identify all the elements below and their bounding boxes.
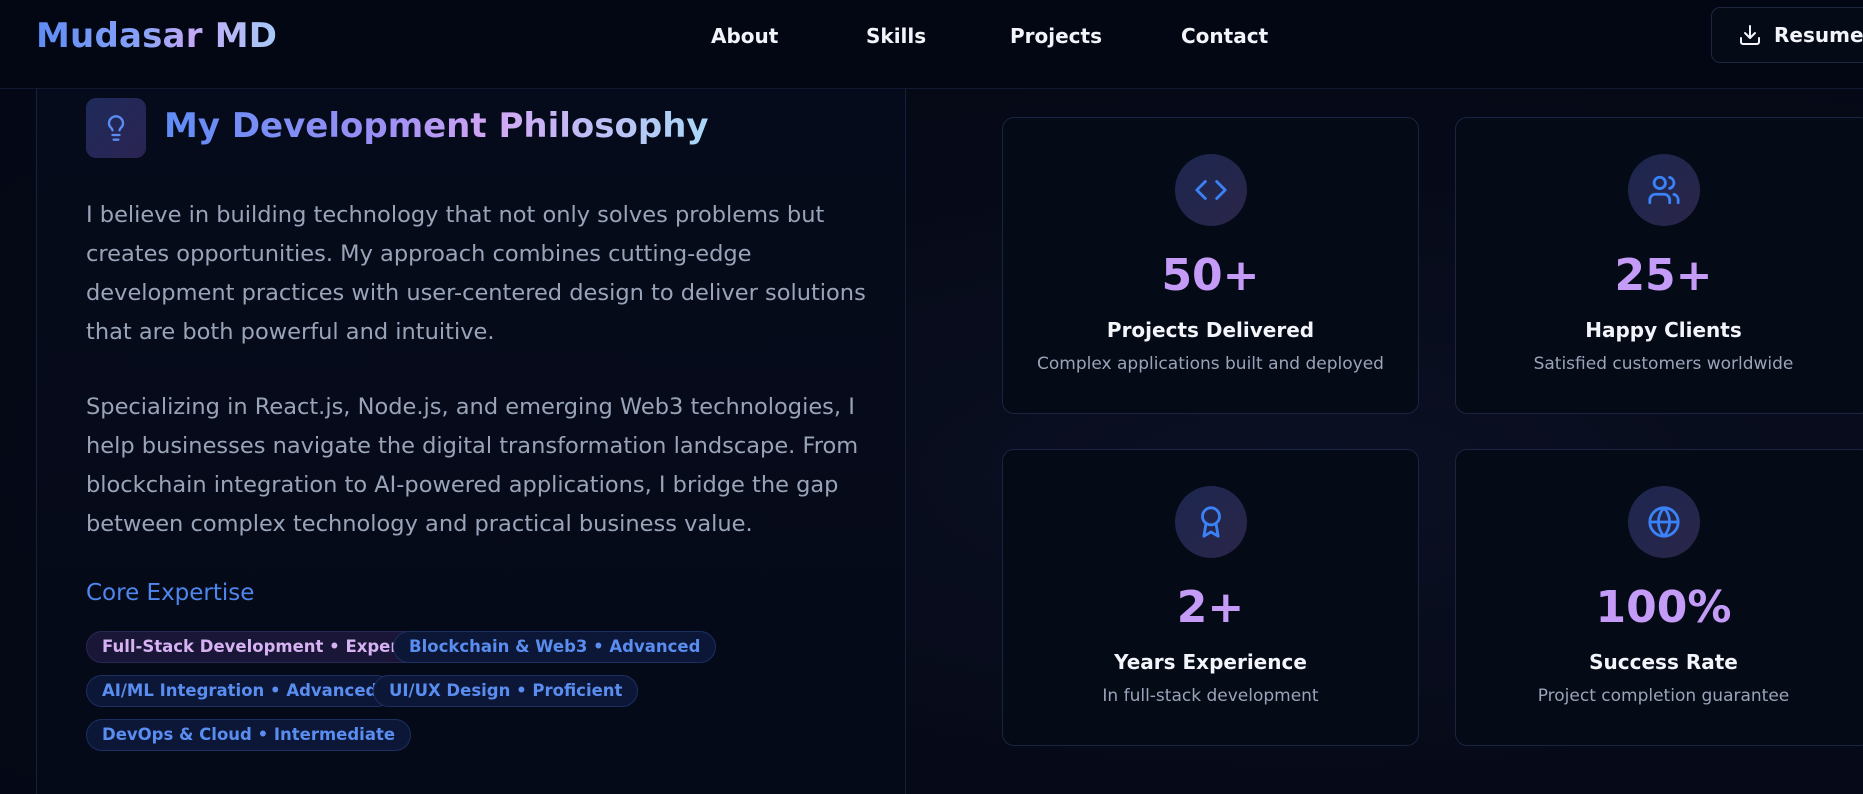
stat-card-clients: 25+ Happy Clients Satisfied customers wo…: [1455, 117, 1863, 414]
globe-icon: [1628, 486, 1700, 558]
nav-about[interactable]: About: [711, 24, 778, 48]
stat-label: Years Experience: [1114, 650, 1307, 674]
lightbulb-icon: [86, 98, 146, 158]
stat-card-experience: 2+ Years Experience In full-stack develo…: [1002, 449, 1419, 746]
expertise-chip: UI/UX Design • Proficient: [373, 675, 639, 707]
nav-projects[interactable]: Projects: [1010, 24, 1102, 48]
award-icon: [1175, 486, 1247, 558]
stat-value: 100%: [1595, 582, 1732, 633]
philosophy-title: My Development Philosophy: [164, 106, 709, 146]
stat-description: In full-stack development: [1102, 686, 1319, 706]
stat-value: 50+: [1161, 250, 1260, 301]
stat-value: 2+: [1176, 582, 1245, 633]
stat-description: Project completion guarantee: [1537, 686, 1790, 706]
stat-label: Success Rate: [1589, 650, 1738, 674]
expertise-chip: Blockchain & Web3 • Advanced: [393, 631, 717, 663]
expertise-chip: Full-Stack Development • Expert: [86, 631, 423, 663]
code-icon: [1175, 154, 1247, 226]
philosophy-panel: My Development Philosophy I believe in b…: [36, 89, 906, 794]
resume-button[interactable]: Resume: [1711, 7, 1863, 63]
nav-skills[interactable]: Skills: [866, 24, 926, 48]
stat-card-success: 100% Success Rate Project completion gua…: [1455, 449, 1863, 746]
core-expertise-title: Core Expertise: [86, 580, 255, 606]
brand-logo[interactable]: Mudasar MD: [36, 16, 277, 56]
users-icon: [1628, 154, 1700, 226]
expertise-chip: DevOps & Cloud • Intermediate: [86, 719, 412, 751]
top-navbar: Mudasar MD About Skills Projects Contact…: [0, 0, 1863, 89]
expertise-chip: AI/ML Integration • Advanced: [86, 675, 394, 707]
stat-label: Happy Clients: [1585, 318, 1742, 342]
stat-label: Projects Delivered: [1106, 318, 1315, 342]
stat-description: Complex applications built and deployed: [1037, 354, 1384, 374]
nav-contact[interactable]: Contact: [1181, 24, 1268, 48]
download-icon: [1738, 23, 1762, 47]
stat-card-projects: 50+ Projects Delivered Complex applicati…: [1002, 117, 1419, 414]
stat-description: Satisfied customers worldwide: [1533, 354, 1794, 374]
stat-value: 25+: [1614, 250, 1713, 301]
philosophy-paragraph-1: I believe in building technology that no…: [86, 202, 866, 345]
resume-label: Resume: [1774, 23, 1863, 47]
philosophy-paragraph-2: Specializing in React.js, Node.js, and e…: [86, 394, 859, 537]
